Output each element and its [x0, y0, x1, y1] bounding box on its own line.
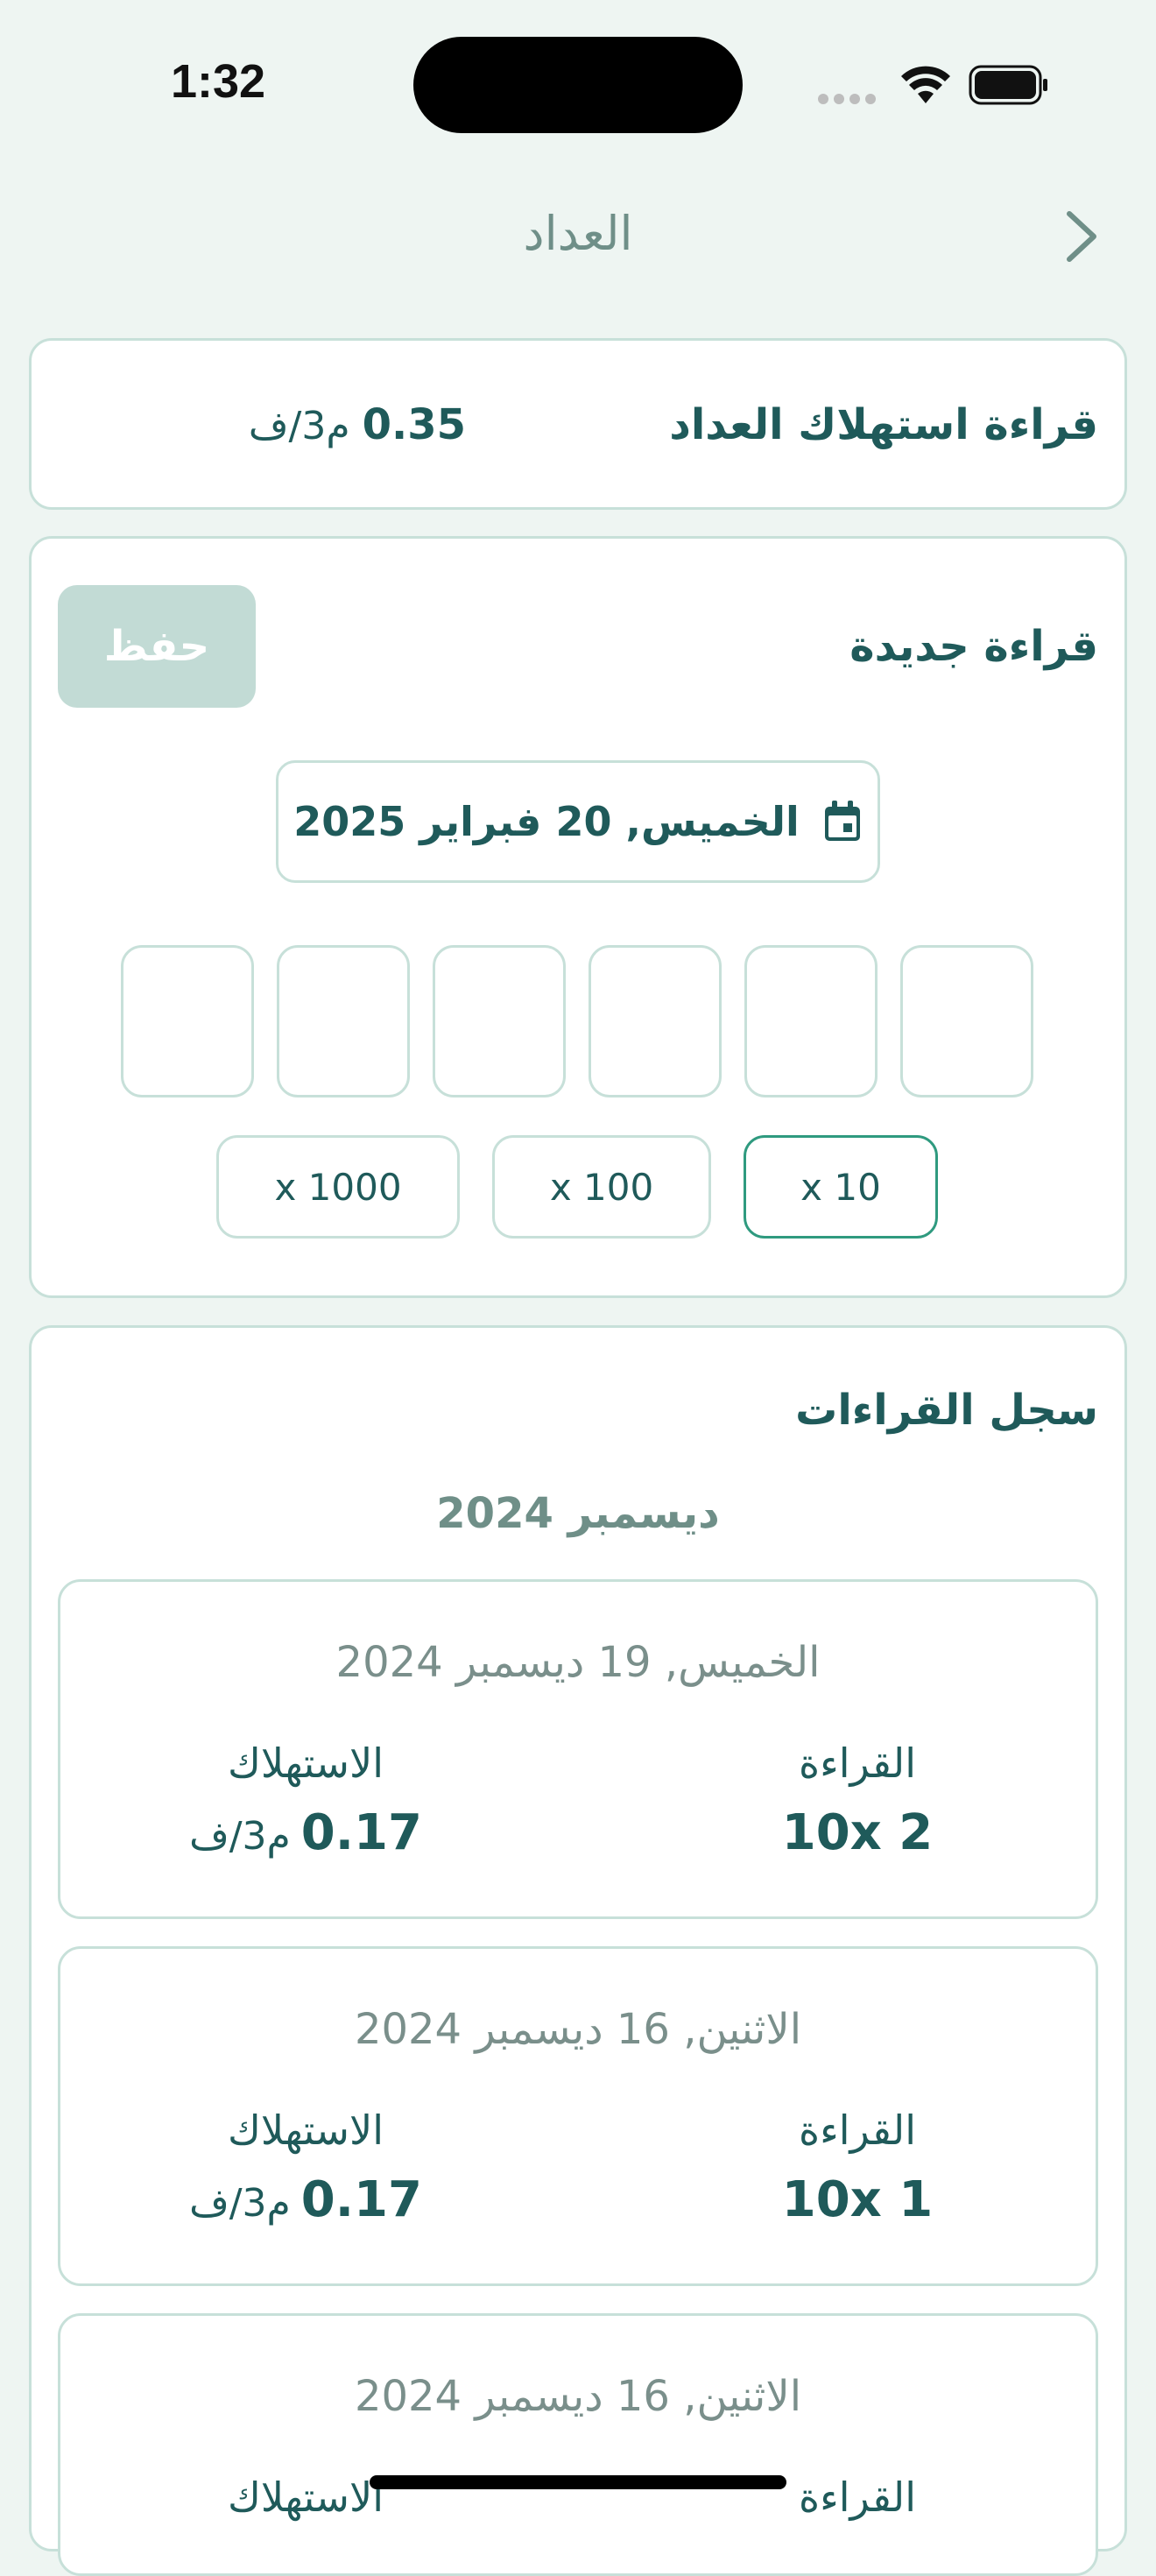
consumption-card-title: قراءة استهلاك العداد	[669, 400, 1098, 449]
digit-input-6[interactable]	[900, 945, 1033, 1097]
selected-date: الخميس, 20 فبراير 2025	[293, 798, 800, 845]
dynamic-island	[413, 37, 743, 133]
consumption-value: 0.17	[300, 1804, 422, 1861]
digit-input-3[interactable]	[433, 945, 566, 1097]
multiplier-100-button[interactable]: x 100	[492, 1135, 711, 1239]
status-time: 1:32	[171, 55, 266, 108]
digit-input-5[interactable]	[744, 945, 878, 1097]
page-title: العداد	[523, 206, 633, 261]
history-entry[interactable]: الاثنين, 16 ديسمبر 2024 القراءة 10x 1 ال…	[58, 1946, 1098, 2286]
history-entry[interactable]: الاثنين, 16 ديسمبر 2024 القراءة الاستهلا…	[58, 2313, 1098, 2576]
home-indicator	[370, 2475, 786, 2489]
consumption-value: 0.35	[362, 400, 466, 449]
consumption-card: قراءة استهلاك العداد 0.35 م3/ف	[29, 338, 1127, 510]
save-button[interactable]: حفظ	[58, 585, 256, 708]
digit-input-4[interactable]	[589, 945, 722, 1097]
entry-date: الاثنين, 16 ديسمبر 2024	[354, 2372, 802, 2421]
consumption-total: 0.35 م3/ف	[249, 400, 466, 449]
consumption-label: الاستهلاك	[227, 2107, 384, 2154]
cellular-signal-icon	[818, 91, 881, 108]
battery-icon	[969, 65, 1047, 105]
reading-label: القراءة	[799, 1740, 916, 1787]
multiplier-10-button[interactable]: x 10	[744, 1135, 938, 1239]
new-reading-title: قراءة جديدة	[849, 622, 1098, 671]
consumption-unit: م3/ف	[189, 1814, 291, 1859]
multiplier-1000-button[interactable]: x 1000	[216, 1135, 460, 1239]
wifi-icon	[901, 66, 950, 103]
reading-value: 10x 2	[781, 1804, 934, 1861]
date-picker-button[interactable]: الخميس, 20 فبراير 2025	[276, 760, 880, 883]
entry-date: الاثنين, 16 ديسمبر 2024	[354, 2005, 802, 2054]
consumption-unit: م3/ف	[189, 2181, 291, 2226]
reading-value: 10x 1	[781, 2171, 934, 2228]
history-entry[interactable]: الخميس, 19 ديسمبر 2024 القراءة 10x 2 الا…	[58, 1579, 1098, 1919]
calendar-icon	[824, 801, 860, 841]
history-title: سجل القراءات	[795, 1386, 1098, 1435]
consumption-value: 0.17	[300, 2171, 422, 2228]
consumption-label: الاستهلاك	[227, 1740, 384, 1787]
digit-input-2[interactable]	[277, 945, 410, 1097]
month-header: ديسمبر 2024	[436, 1489, 720, 1538]
digit-input-1[interactable]	[121, 945, 254, 1097]
consumption-unit: م3/ف	[248, 404, 350, 448]
entry-consumption: 0.17 م3/ف	[148, 2171, 463, 2228]
entry-consumption: 0.17 م3/ف	[148, 1804, 463, 1861]
reading-label: القراءة	[799, 2107, 916, 2154]
chevron-right-icon[interactable]	[1055, 208, 1108, 265]
entry-date: الخميس, 19 ديسمبر 2024	[335, 1638, 821, 1687]
